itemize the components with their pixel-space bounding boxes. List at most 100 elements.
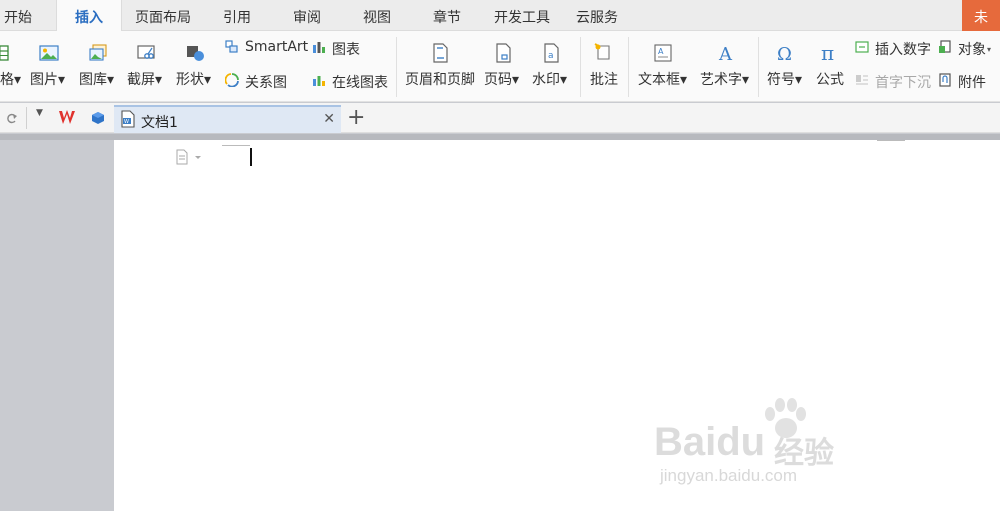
picture-label: 图片 (30, 72, 58, 88)
ribbon-divider (580, 37, 581, 97)
gallery-icon (89, 44, 107, 61)
screenshot-button[interactable]: 截屏▾ (127, 69, 162, 91)
header-footer-icon (433, 43, 448, 63)
screenshot-icon (137, 45, 155, 59)
menu-bar: 开始 插入 页面布局 引用 审阅 视图 章节 开发工具 云服务 未 (0, 0, 1000, 32)
text-cursor (250, 148, 252, 166)
chevron-down-icon: ▾ (795, 72, 803, 88)
document-tab-bar: ▼ W 文档1 ✕ (0, 103, 1000, 133)
wordart-icon: A (718, 44, 733, 63)
symbol-button[interactable]: 符号▾ (767, 69, 802, 91)
wordart-label: 艺术字 (700, 72, 742, 88)
close-icon[interactable]: ✕ (323, 111, 335, 127)
chevron-down-icon: ▾ (742, 72, 750, 88)
relation-icon (225, 73, 239, 87)
insert-ribbon: 格▾ 图片▾ 图库▾ 截屏▾ 形状▾ SmartArt 关系图 图表 在线图表 … (0, 31, 1000, 102)
page-number-icon (496, 43, 511, 63)
document-workspace: Baidu 经验 jingyan.baidu.com (0, 134, 1000, 511)
dropcap-button[interactable]: 首字下沉 (875, 72, 931, 92)
picture-button[interactable]: 图片▾ (30, 69, 65, 91)
symbol-icon: Ω (777, 44, 792, 63)
svg-text:π: π (821, 43, 834, 63)
ribbon-divider (628, 37, 629, 97)
tab-section[interactable]: 章节 (426, 0, 468, 31)
chart-button[interactable]: 图表 (332, 39, 360, 59)
document-page[interactable] (114, 140, 1000, 511)
textbox-label: 文本框 (638, 72, 680, 88)
shape-button[interactable]: 形状▾ (176, 69, 211, 91)
new-tab-button[interactable]: + (347, 104, 365, 132)
table-label: 格 (0, 72, 14, 88)
page-number-label: 页码 (484, 72, 512, 88)
svg-text:A: A (718, 44, 733, 63)
watermark-button[interactable]: 水印▾ (532, 69, 567, 91)
object-label: 对象 (958, 42, 986, 58)
table-button[interactable]: 格▾ (0, 69, 21, 91)
textbox-button[interactable]: 文本框▾ (638, 69, 687, 91)
watermark-icon: a (544, 43, 559, 63)
comment-icon (594, 43, 610, 60)
object-button[interactable]: 对象▾ (958, 39, 991, 59)
svg-text:W: W (124, 119, 129, 125)
smartart-button[interactable]: SmartArt (245, 39, 308, 55)
online-chart-icon (313, 76, 325, 86)
insert-number-icon (855, 41, 869, 53)
symbol-label: 符号 (767, 72, 795, 88)
quick-access-dropdown-icon[interactable]: ▼ (36, 108, 43, 118)
login-button[interactable]: 未 (962, 0, 1000, 31)
tab-home[interactable]: 开始 (0, 0, 36, 31)
chart-icon (313, 42, 325, 53)
shape-icon (187, 46, 204, 61)
tab-view[interactable]: 视图 (356, 0, 398, 31)
tab-developer[interactable]: 开发工具 (490, 0, 554, 31)
baidu-url-text: jingyan.baidu.com (660, 466, 798, 485)
svg-text:Ω: Ω (777, 44, 792, 63)
wps-logo-icon[interactable] (58, 109, 78, 127)
chevron-down-icon: ▾ (680, 72, 688, 88)
chevron-down-icon: ▾ (512, 72, 520, 88)
chevron-down-icon: ▾ (560, 72, 568, 88)
baidu-brand-text: Baidu (654, 420, 766, 464)
gallery-label: 图库 (79, 72, 107, 88)
ribbon-divider (758, 37, 759, 97)
cube-icon[interactable] (91, 111, 105, 125)
wordart-button[interactable]: 艺术字▾ (700, 69, 749, 91)
tab-cloud-service[interactable]: 云服务 (572, 0, 622, 31)
textbox-icon: A (654, 44, 672, 62)
attachment-button[interactable]: 附件 (958, 72, 986, 92)
document-tab[interactable]: W 文档1 ✕ (114, 105, 341, 133)
dropcap-icon (856, 75, 868, 85)
margin-corner-right (877, 140, 905, 145)
chevron-down-icon: ▾ (58, 72, 66, 88)
watermark-label: 水印 (532, 72, 560, 88)
svg-text:A: A (658, 47, 664, 56)
insert-number-button[interactable]: 插入数字 (875, 39, 931, 59)
redo-icon[interactable] (6, 112, 18, 124)
attachment-icon (939, 73, 951, 87)
paragraph-layout-icon[interactable] (176, 149, 202, 165)
tab-insert[interactable]: 插入 (56, 0, 122, 32)
formula-button[interactable]: 公式 (816, 69, 844, 91)
tab-review[interactable]: 审阅 (286, 0, 328, 31)
picture-icon (39, 45, 59, 61)
smartart-icon (225, 40, 238, 53)
chevron-down-icon: ▾ (155, 72, 163, 88)
table-icon (0, 45, 9, 61)
page-number-button[interactable]: 页码▾ (484, 69, 519, 91)
document-tab-title: 文档1 (141, 115, 178, 131)
tab-page-layout[interactable]: 页面布局 (132, 0, 194, 31)
online-chart-button[interactable]: 在线图表 (332, 72, 388, 92)
relation-button[interactable]: 关系图 (245, 72, 287, 92)
gallery-button[interactable]: 图库▾ (79, 69, 114, 91)
tab-references[interactable]: 引用 (216, 0, 258, 31)
svg-text:a: a (548, 51, 554, 61)
chevron-down-icon: ▾ (14, 72, 22, 88)
comment-button[interactable]: 批注 (590, 69, 618, 91)
ribbon-divider (396, 37, 397, 97)
screenshot-label: 截屏 (127, 72, 155, 88)
chevron-down-icon: ▾ (107, 72, 115, 88)
chevron-down-icon: ▾ (987, 45, 992, 54)
formula-icon: π (821, 43, 834, 63)
header-footer-button[interactable]: 页眉和页脚 (405, 69, 475, 91)
baidu-watermark: Baidu 经验 jingyan.baidu.com (654, 398, 854, 498)
